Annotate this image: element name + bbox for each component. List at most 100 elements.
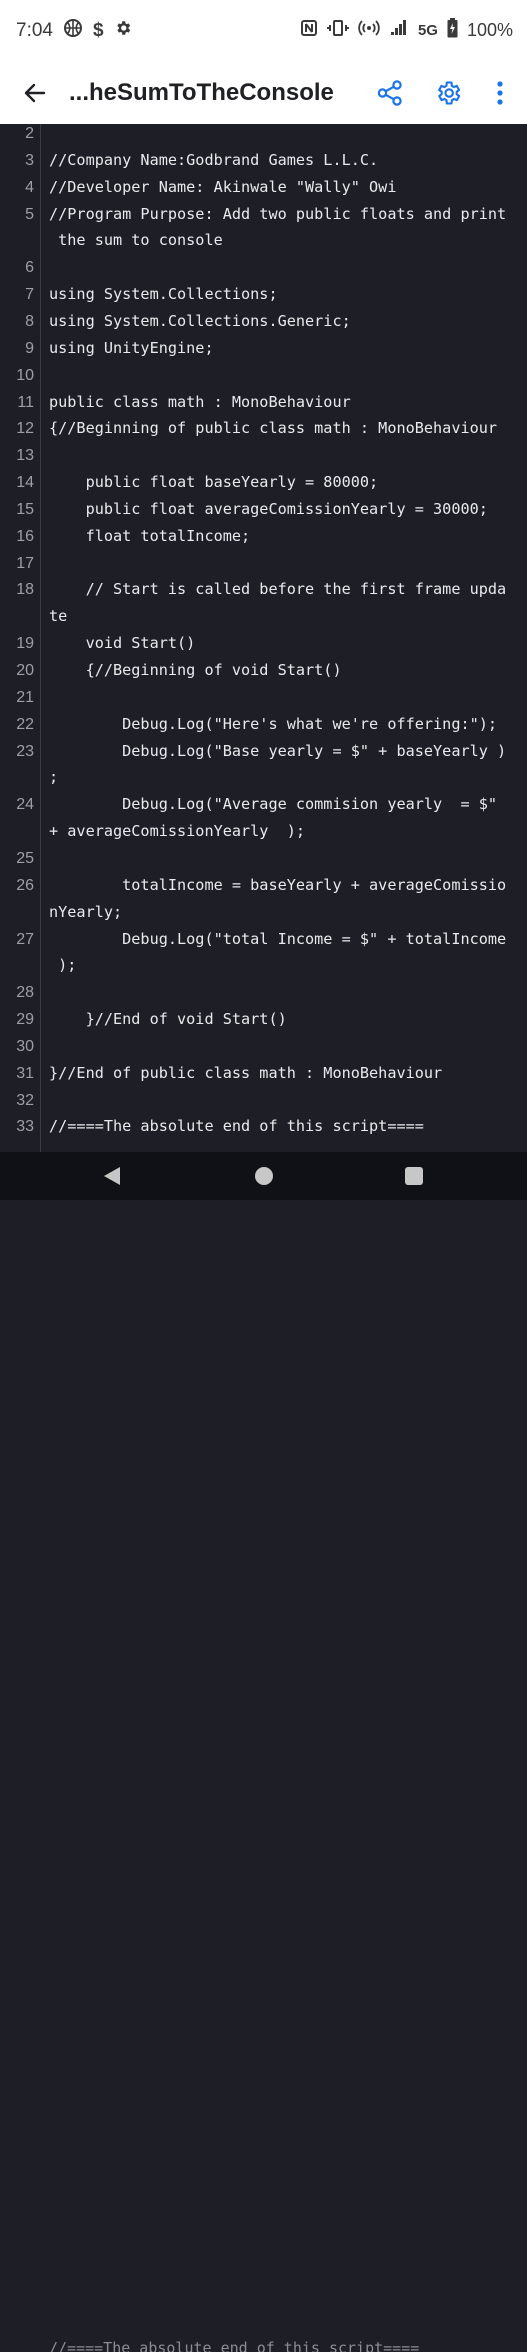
code-line[interactable]: 8 using System.Collections.Generic; xyxy=(0,308,527,335)
line-code[interactable]: public float baseYearly = 80000; xyxy=(49,469,379,496)
line-number: 22 xyxy=(16,715,34,733)
line-code[interactable]: using UnityEngine; xyxy=(49,335,214,362)
line-number: 11 xyxy=(17,393,34,411)
code-line[interactable]: 14 public float baseYearly = 80000; xyxy=(0,469,527,496)
line-code[interactable]: using System.Collections.Generic; xyxy=(49,308,351,335)
line-number: 27 xyxy=(16,930,34,948)
code-line[interactable]: 32 xyxy=(0,1087,527,1114)
code-line[interactable]: 6 xyxy=(0,254,527,281)
settings-button[interactable] xyxy=(429,74,467,112)
code-line[interactable]: 33 //====The absolute end of this script=… xyxy=(0,1113,527,1140)
code-line[interactable]: 15 public float averageComissionYearly =… xyxy=(0,496,527,523)
gear-icon xyxy=(114,19,132,43)
more-vert-icon xyxy=(497,81,503,105)
line-number: 30 xyxy=(16,1037,34,1055)
line-code[interactable]: // Start is called before the first fram… xyxy=(49,576,507,603)
line-code[interactable]: public class math : MonoBehaviour xyxy=(49,389,351,416)
code-line[interactable]: te xyxy=(0,603,527,630)
code-line[interactable]: 3 //Company Name:Godbrand Games L.L.C. xyxy=(0,147,527,174)
line-code[interactable]: nYearly; xyxy=(49,899,122,926)
line-code[interactable]: //Developer Name: Akinwale "Wally" Owi xyxy=(49,174,396,201)
code-editor[interactable]: 2 3//Company Name:Godbrand Games L.L.C. 4 /… xyxy=(0,124,527,1152)
line-number: 2 xyxy=(25,125,34,142)
vibrate-icon xyxy=(326,19,349,41)
line-code[interactable]: //====The absolute end of this script===… xyxy=(49,1113,424,1140)
nav-home-button[interactable] xyxy=(250,1162,278,1190)
code-line[interactable]: 29 }//End of void Start() xyxy=(0,1006,527,1033)
code-line[interactable]: 31}//End of public class math : MonoBeha… xyxy=(0,1060,527,1087)
line-code[interactable]: //Company Name:Godbrand Games L.L.C. xyxy=(49,147,378,174)
line-code[interactable]: using System.Collections; xyxy=(49,281,278,308)
line-code[interactable]: + averageComissionYearly ); xyxy=(49,818,305,845)
toolbar: ...heSumToTheConsole xyxy=(0,62,527,124)
line-code[interactable]: {//Beginning of public class math : Mono… xyxy=(49,415,497,442)
code-line[interactable]: 9 using UnityEngine; xyxy=(0,335,527,362)
line-code[interactable]: Debug.Log("Here's what we're offering:")… xyxy=(49,711,497,738)
signal-icon xyxy=(389,19,409,41)
line-code[interactable]: {//Beginning of void Start() xyxy=(49,657,342,684)
code-line[interactable]: 22 Debug.Log("Here's what we're offering… xyxy=(0,711,527,738)
line-number: 19 xyxy=(16,635,34,653)
back-button[interactable] xyxy=(18,76,52,110)
code-line[interactable]: ; xyxy=(0,764,527,791)
nav-back-button[interactable] xyxy=(98,1162,126,1190)
line-code[interactable]: Debug.Log("Average commision yearly = $" xyxy=(49,791,497,818)
code-line[interactable]: 30 xyxy=(0,1033,527,1060)
code-line[interactable]: nYearly; xyxy=(0,899,527,926)
line-code[interactable]: Debug.Log("Base yearly = $" + baseYearly… xyxy=(49,738,506,765)
code-line[interactable]: 16 float totalIncome; xyxy=(0,523,527,550)
code-line[interactable]: 24 Debug.Log("Average commision yearly =… xyxy=(0,791,527,818)
line-code[interactable]: //Program Purpose: Add two public floats… xyxy=(49,201,506,228)
code-line[interactable]: 17 xyxy=(0,550,527,577)
code-line[interactable]: 23 Debug.Log("Base yearly = $" + baseYea… xyxy=(0,738,527,765)
code-line[interactable]: + averageComissionYearly ); xyxy=(0,818,527,845)
line-code[interactable]: totalIncome = baseYearly + averageComiss… xyxy=(49,872,506,899)
status-right: 5G 100% xyxy=(300,18,513,42)
line-code[interactable]: }//End of public class math : MonoBehavi… xyxy=(49,1060,442,1087)
network-type: 5G xyxy=(417,21,438,39)
line-number: 10 xyxy=(16,366,34,384)
status-bar: 7:04 $ 5G 100% xyxy=(0,0,527,62)
more-options-button[interactable] xyxy=(481,74,519,112)
status-time: 7:04 xyxy=(16,20,53,41)
share-button[interactable] xyxy=(371,74,409,112)
battery-icon xyxy=(447,18,458,42)
battery-percent: 100% xyxy=(466,19,513,40)
code-line[interactable]: ); xyxy=(0,952,527,979)
code-line[interactable]: 19 void Start() xyxy=(0,630,527,657)
nav-recents-button[interactable] xyxy=(400,1162,428,1190)
code-line[interactable]: 28 xyxy=(0,979,527,1006)
line-code[interactable]: Debug.Log("total Income = $" + totalInco… xyxy=(49,926,506,953)
line-code[interactable]: public float averageComissionYearly = 30… xyxy=(49,496,488,523)
line-code[interactable]: float totalIncome; xyxy=(49,523,251,550)
line-code[interactable]: }//End of void Start() xyxy=(49,1006,287,1033)
code-line[interactable]: 13 xyxy=(0,442,527,469)
line-number: 4 xyxy=(25,178,34,196)
line-code[interactable]: ); xyxy=(49,952,76,979)
line-number: 28 xyxy=(16,984,34,1002)
line-code[interactable]: te xyxy=(49,603,67,630)
line-number: 25 xyxy=(16,849,34,867)
code-line[interactable]: 5 //Program Purpose: Add two public float… xyxy=(0,201,527,228)
code-line[interactable]: 12 {//Beginning of public class math : Mo… xyxy=(0,415,527,442)
code-line[interactable]: 2 xyxy=(0,124,527,147)
code-line[interactable]: 27 Debug.Log("total Income = $" + totalI… xyxy=(0,926,527,953)
line-code[interactable]: the sum to console xyxy=(49,227,223,254)
nav-back-icon xyxy=(104,1167,120,1185)
code-line[interactable]: 4 //Developer Name: Akinwale "Wally" Owi xyxy=(0,174,527,201)
code-line[interactable]: 20 {//Beginning of void Start() xyxy=(0,657,527,684)
code-line[interactable]: 7 using System.Collections; xyxy=(0,281,527,308)
code-line[interactable]: the sum to console xyxy=(0,227,527,254)
code-line[interactable]: 21 xyxy=(0,684,527,711)
code-line[interactable]: 25 xyxy=(0,845,527,872)
code-line[interactable]: 26 totalIncome = baseYearly + averageCom… xyxy=(0,872,527,899)
code-line[interactable]: 11 public class math : MonoBehaviour xyxy=(0,389,527,416)
back-arrow-icon xyxy=(24,83,46,103)
app-header: 7:04 $ 5G 100% ...heSumToTheConsole xyxy=(0,0,527,124)
status-left: 7:04 $ xyxy=(16,18,132,44)
line-code[interactable]: ; xyxy=(49,764,58,791)
line-number: 6 xyxy=(25,259,34,277)
code-line[interactable]: 18 // Start is called before the first f… xyxy=(0,576,527,603)
line-code[interactable]: void Start() xyxy=(49,630,196,657)
code-line[interactable]: 10 xyxy=(0,362,527,389)
